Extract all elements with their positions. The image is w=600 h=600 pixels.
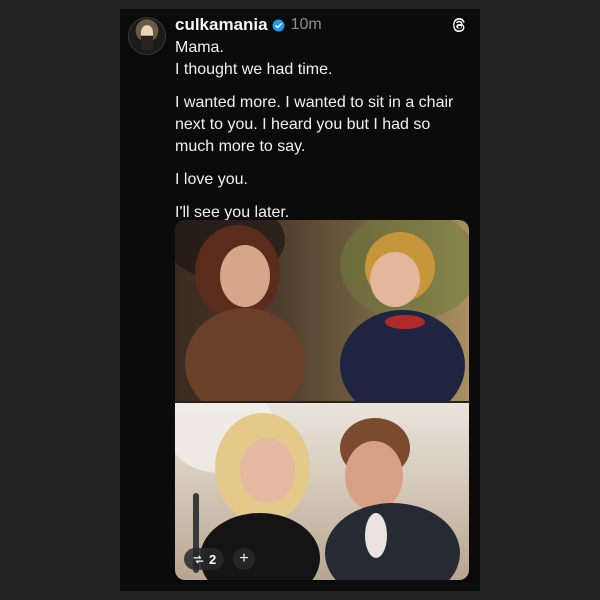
threads-logo-icon[interactable] [450,16,468,34]
post-body: Mama. I thought we had time. I wanted mo… [175,37,471,224]
repost-icon [193,555,204,563]
post-line: I love you. [175,171,248,188]
post-media[interactable]: 2 + [175,220,469,580]
post-line: I thought we had time. [175,61,333,78]
post-header: culkamania 10m [175,14,322,36]
avatar-figure [141,26,153,50]
avatar[interactable] [128,17,166,55]
post-time: 10m [290,16,322,33]
username[interactable]: culkamania [175,15,268,35]
verified-badge-icon [272,19,285,31]
repost-count: 2 [209,551,217,567]
post-line: I wanted more. I wanted to sit in a chai… [175,94,454,155]
post-line: Mama. [175,39,224,56]
post-card: culkamania 10m Mama. I thought we had ti… [120,9,480,591]
top-photo[interactable] [175,220,469,401]
add-button[interactable]: + [233,548,255,570]
repost-button[interactable]: 2 [184,548,225,570]
